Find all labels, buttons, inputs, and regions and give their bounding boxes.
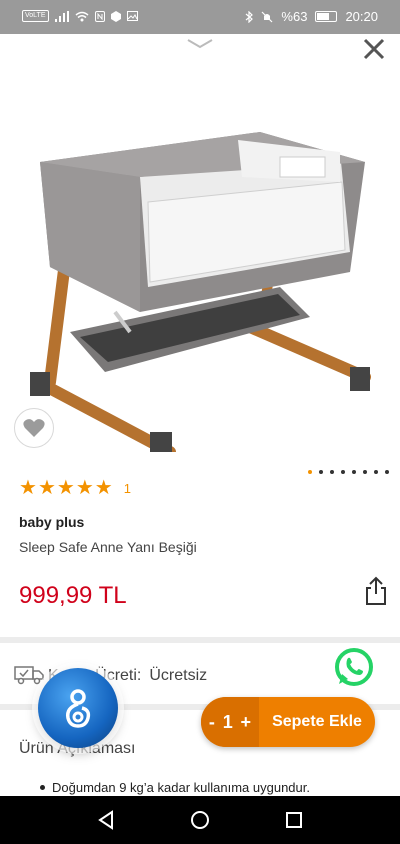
product-gallery[interactable] [0, 34, 400, 462]
home-icon[interactable] [190, 810, 210, 830]
app-notification-icon [110, 10, 121, 22]
brand-name[interactable]: baby plus [19, 514, 84, 530]
battery-icon [315, 11, 338, 22]
heart-icon [23, 419, 45, 437]
status-bar: VoLTE %63 20:20 [0, 0, 400, 34]
star-icon: ★ [75, 477, 94, 499]
rating-count: 1 [123, 480, 131, 496]
image-notification-icon [126, 11, 138, 21]
gallery-dot[interactable] [374, 470, 378, 474]
mother-baby-logo-icon [65, 689, 91, 728]
whatsapp-icon[interactable] [333, 646, 375, 688]
gallery-dot[interactable] [330, 470, 334, 474]
star-icon: ★ [94, 477, 113, 499]
volte-indicator: VoLTE [22, 10, 49, 22]
star-icon: ★ [19, 477, 37, 499]
quantity-stepper: - 1 + [201, 697, 259, 747]
share-icon[interactable] [364, 576, 388, 606]
description-item: Doğumdan 9 kg’a kadar kullanıma uygundur… [40, 780, 310, 795]
recents-icon[interactable] [285, 811, 303, 829]
divider [0, 637, 400, 643]
close-icon [363, 38, 385, 60]
product-image[interactable] [20, 82, 380, 452]
system-navigation-bar [0, 796, 400, 844]
star-icon: ★ [37, 477, 56, 499]
rating[interactable]: ★ ★ ★ ★ ★ 1 [19, 478, 131, 498]
star-icon: ★ [56, 477, 75, 499]
product-price: 999,99 TL [19, 582, 127, 609]
gallery-dot[interactable] [352, 470, 356, 474]
gallery-dot[interactable] [385, 470, 389, 474]
product-title: Sleep Safe Anne Yanı Beşiği [19, 539, 197, 555]
signal-icon [54, 10, 69, 22]
gallery-dot[interactable] [319, 470, 323, 474]
back-icon[interactable] [97, 810, 115, 830]
mute-icon [261, 11, 273, 22]
gallery-pagination [308, 470, 389, 474]
shipping-value: Ücretsiz [149, 667, 208, 684]
truck-icon [14, 666, 44, 685]
assistant-button[interactable] [38, 668, 118, 748]
gallery-dot[interactable] [308, 470, 312, 474]
gallery-dot[interactable] [341, 470, 345, 474]
gallery-dot[interactable] [363, 470, 367, 474]
add-to-cart-button[interactable]: Sepete Ekle [259, 713, 375, 731]
quantity-value: 1 [222, 711, 233, 732]
chevron-down-icon[interactable] [187, 39, 213, 49]
bluetooth-icon [246, 10, 254, 23]
nfc-icon [94, 10, 105, 22]
quantity-decrease-button[interactable]: - [209, 712, 215, 733]
wifi-icon [75, 11, 88, 21]
favorite-button[interactable] [14, 408, 54, 448]
cart-bar: - 1 + Sepete Ekle [201, 697, 375, 747]
battery-percent: %63 [281, 9, 308, 24]
close-button[interactable] [360, 38, 388, 66]
clock: 20:20 [345, 9, 378, 24]
quantity-increase-button[interactable]: + [241, 712, 252, 733]
